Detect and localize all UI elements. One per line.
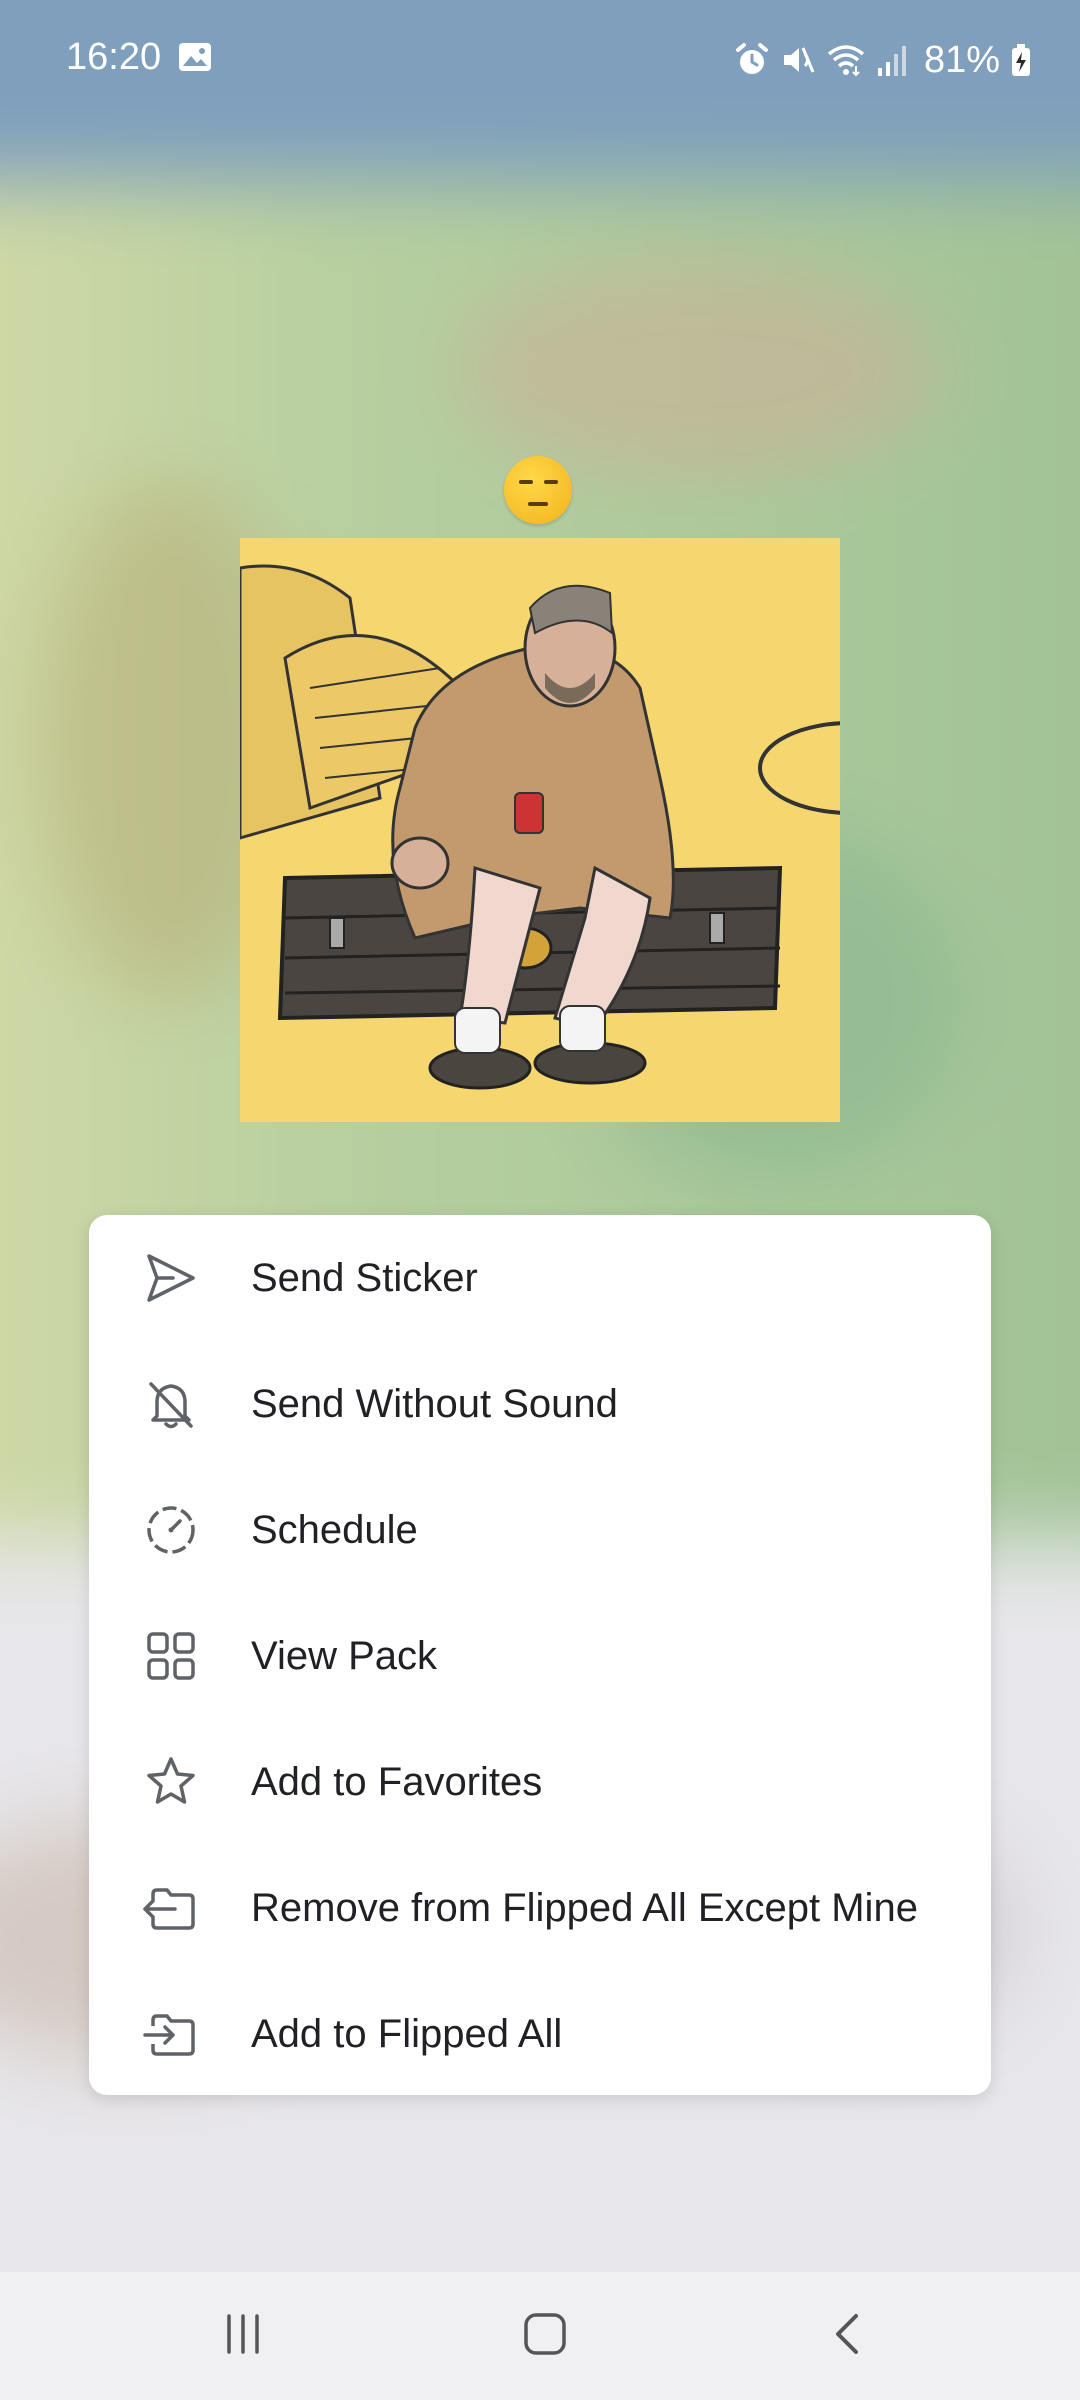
alarm-icon <box>734 42 770 78</box>
signal-icon <box>876 42 908 78</box>
star-icon <box>139 1750 203 1814</box>
status-bar: 16:20 81% <box>0 0 1080 120</box>
menu-item-add-to-favorites[interactable]: Add to Favorites <box>89 1719 991 1845</box>
home-button[interactable] <box>445 2272 645 2400</box>
sticker-context-menu: Send Sticker Send Without Sound Schedule… <box>89 1215 991 2095</box>
menu-item-label: Remove from Flipped All Except Mine <box>251 1885 918 1930</box>
menu-item-schedule[interactable]: Schedule <box>89 1467 991 1593</box>
menu-item-label: View Pack <box>251 1633 438 1678</box>
status-time: 16:20 <box>66 36 162 78</box>
send-icon <box>139 1246 203 1310</box>
bell-off-icon <box>139 1372 203 1436</box>
menu-item-send-sticker[interactable]: Send Sticker <box>89 1215 991 1341</box>
menu-item-label: Add to Flipped All <box>251 2011 563 2056</box>
back-icon <box>828 2310 868 2363</box>
menu-item-label: Send Without Sound <box>251 1381 618 1426</box>
unamused-face-emoji <box>504 456 572 524</box>
system-nav-bar <box>0 2272 1080 2400</box>
sticker-image <box>240 538 840 1122</box>
menu-item-remove-from-folder[interactable]: Remove from Flipped All Except Mine <box>89 1845 991 1971</box>
home-icon <box>521 2310 569 2363</box>
folder-add-icon <box>139 2002 203 2066</box>
schedule-icon <box>139 1498 203 1562</box>
grid-icon <box>139 1624 203 1688</box>
folder-remove-icon <box>139 1876 203 1940</box>
mute-icon <box>780 42 816 78</box>
back-button[interactable] <box>748 2272 948 2400</box>
menu-item-add-to-folder[interactable]: Add to Flipped All <box>89 1971 991 2097</box>
recent-apps-button[interactable] <box>143 2272 343 2400</box>
menu-item-label: Add to Favorites <box>251 1759 543 1804</box>
gallery-icon <box>178 42 212 72</box>
recent-apps-icon <box>221 2312 265 2361</box>
menu-item-view-pack[interactable]: View Pack <box>89 1593 991 1719</box>
menu-item-label: Schedule <box>251 1507 418 1552</box>
battery-charging-icon <box>1010 42 1032 78</box>
menu-item-label: Send Sticker <box>251 1255 478 1300</box>
wifi-icon <box>826 42 866 78</box>
battery-percent: 81% <box>923 38 1000 81</box>
menu-item-send-without-sound[interactable]: Send Without Sound <box>89 1341 991 1467</box>
